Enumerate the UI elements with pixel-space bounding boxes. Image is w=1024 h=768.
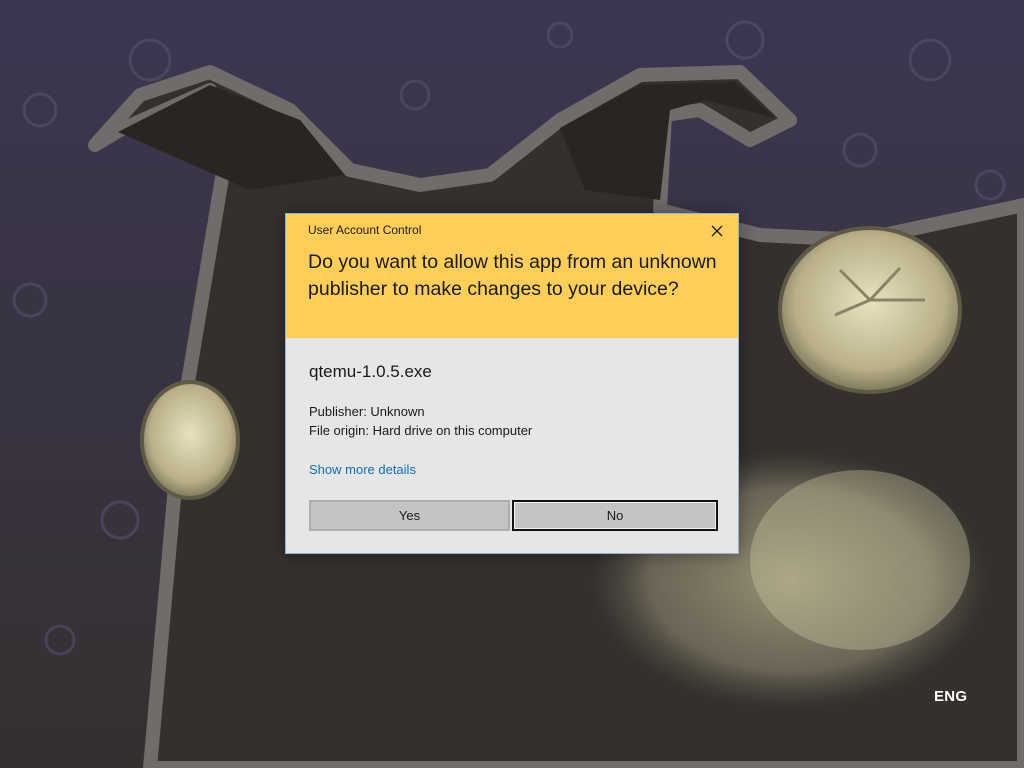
show-more-details-link[interactable]: Show more details [309, 462, 416, 477]
uac-header: User Account Control Do you want to allo… [286, 214, 738, 338]
dialog-title: User Account Control [308, 223, 422, 237]
publisher-info: Publisher: Unknown [309, 404, 425, 419]
language-indicator[interactable]: ENG [934, 688, 967, 705]
secure-desktop: User Account Control Do you want to allo… [0, 0, 1024, 768]
yes-button[interactable]: Yes [309, 500, 510, 531]
no-button[interactable]: No [512, 500, 718, 531]
app-name: qtemu-1.0.5.exe [309, 362, 432, 381]
file-origin-info: File origin: Hard drive on this computer [309, 423, 533, 438]
close-button[interactable] [706, 221, 728, 241]
uac-body: qtemu-1.0.5.exe Publisher: Unknown File … [286, 338, 738, 553]
uac-question: Do you want to allow this app from an un… [308, 251, 717, 300]
close-icon [711, 225, 723, 237]
uac-dialog: User Account Control Do you want to allo… [285, 213, 739, 554]
